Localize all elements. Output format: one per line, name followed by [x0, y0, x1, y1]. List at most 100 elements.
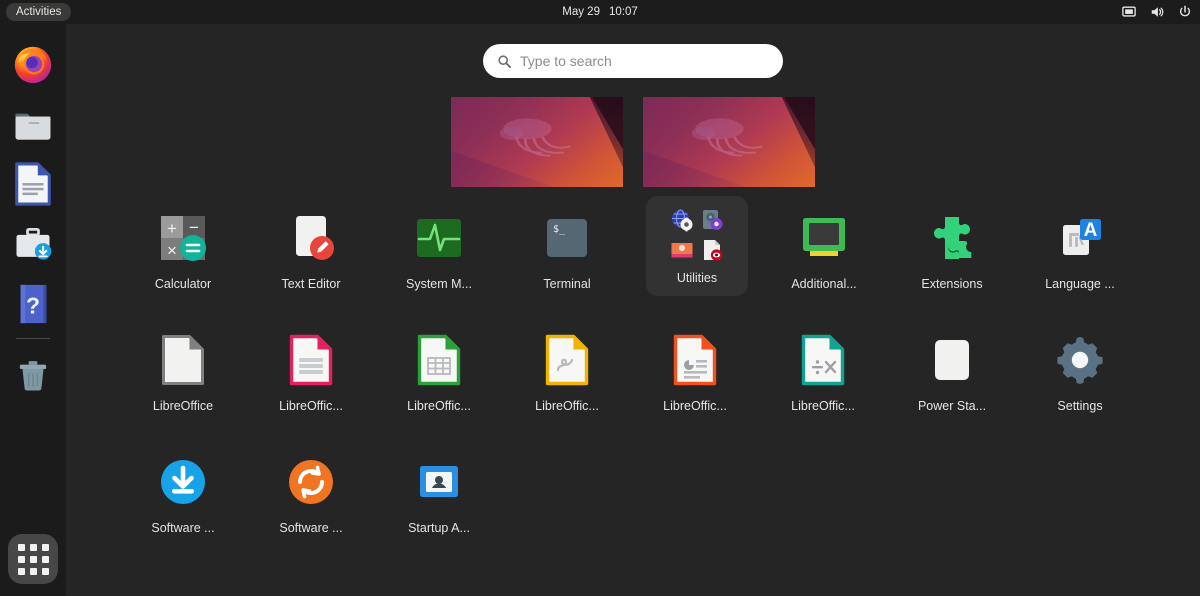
- app-label: LibreOffic...: [637, 399, 753, 414]
- clock-time[interactable]: 10:07: [609, 6, 638, 18]
- dock-item-libreoffice-writer[interactable]: [9, 160, 57, 208]
- dock-item-firefox[interactable]: [9, 40, 57, 88]
- app-icon: [381, 449, 497, 515]
- search-placeholder: Type to search: [520, 53, 612, 69]
- app-label: Software ...: [253, 521, 369, 536]
- app-extensions[interactable]: Extensions: [894, 205, 1010, 292]
- app-icon: $_: [509, 205, 625, 271]
- display-icon[interactable]: [1122, 5, 1136, 19]
- libreoffice-draw-icon: [545, 334, 589, 386]
- app-label: Calculator: [125, 277, 241, 292]
- app-label: LibreOffice: [125, 399, 241, 414]
- app-icon: [381, 205, 497, 271]
- app-language-support[interactable]: A Language ...: [1022, 205, 1138, 292]
- app-icon: [253, 205, 369, 271]
- app-additional-drivers[interactable]: Additional...: [766, 205, 882, 292]
- dock-item-trash[interactable]: [9, 352, 57, 400]
- app-icon: [765, 327, 881, 393]
- libreoffice-start-icon: [161, 334, 205, 386]
- app-label: LibreOffic...: [765, 399, 881, 414]
- mini-icon-disk-utility: [700, 208, 724, 232]
- svg-text:+: +: [167, 219, 177, 238]
- software-download-icon: [156, 455, 210, 509]
- volume-icon[interactable]: [1150, 5, 1164, 19]
- mini-icon-network-settings: [670, 208, 694, 232]
- app-libreoffice-calc[interactable]: LibreOffic...: [381, 327, 497, 414]
- jellyfish-motif: [671, 111, 781, 170]
- mini-icon-image-viewer: [670, 238, 694, 262]
- app-power-statistics[interactable]: Power Sta...: [894, 327, 1010, 414]
- app-icon: A: [1022, 205, 1138, 271]
- power-statistics-icon: [925, 333, 979, 387]
- app-icon: + − ×: [125, 205, 241, 271]
- trash-icon: [12, 355, 54, 397]
- system-status-area[interactable]: [1122, 0, 1192, 24]
- app-libreoffice-start[interactable]: LibreOffice: [125, 327, 241, 414]
- app-icon: [637, 327, 753, 393]
- app-icon: [894, 205, 1010, 271]
- dock-item-ubuntu-software[interactable]: [9, 220, 57, 268]
- calculator-icon: + − ×: [155, 210, 211, 266]
- app-utilities-folder[interactable]: Utilities: [646, 196, 748, 296]
- app-icon: [125, 449, 241, 515]
- svg-text:×: ×: [167, 241, 177, 260]
- app-software-updates[interactable]: Software ...: [125, 449, 241, 536]
- app-startup-applications[interactable]: Startup A...: [381, 449, 497, 536]
- svg-text:?: ?: [26, 293, 40, 319]
- app-icon: [766, 205, 882, 271]
- dash-dock: ?: [0, 24, 66, 596]
- app-software-updater[interactable]: Software ...: [253, 449, 369, 536]
- svg-text:$_: $_: [553, 224, 566, 235]
- firefox-icon: [10, 41, 56, 87]
- additional-drivers-icon: [797, 211, 851, 265]
- app-label: Startup A...: [381, 521, 497, 536]
- extensions-puzzle-icon: [925, 211, 979, 265]
- search-icon: [497, 54, 512, 69]
- app-libreoffice-math[interactable]: LibreOffic...: [765, 327, 881, 414]
- search-entry[interactable]: Type to search: [483, 44, 783, 78]
- activities-label: Activities: [16, 6, 61, 18]
- app-settings[interactable]: Settings: [1022, 327, 1138, 414]
- app-libreoffice-impress[interactable]: LibreOffic...: [637, 327, 753, 414]
- dock-item-files[interactable]: [9, 100, 57, 148]
- workspace-thumbnail-2[interactable]: [643, 97, 815, 187]
- app-icon: [125, 327, 241, 393]
- app-icon: [509, 327, 625, 393]
- application-grid: + − × Calculator Text Editor: [66, 190, 1200, 550]
- app-label: Text Editor: [253, 277, 369, 292]
- workspace-thumbnail-1[interactable]: [451, 97, 623, 187]
- app-system-monitor[interactable]: System M...: [381, 205, 497, 292]
- workspace-thumbnails: [0, 97, 1200, 187]
- app-icon: [253, 449, 369, 515]
- writer-icon: [13, 162, 53, 206]
- app-label: Software ...: [125, 521, 241, 536]
- top-bar: Activities May 29 10:07: [0, 0, 1200, 24]
- app-icon: [1022, 327, 1138, 393]
- app-icon: [381, 327, 497, 393]
- show-applications-button[interactable]: [8, 534, 58, 584]
- app-label: Utilities: [646, 271, 748, 286]
- help-icon: ?: [13, 282, 53, 326]
- app-label: Settings: [1022, 399, 1138, 414]
- clock-date[interactable]: May 29: [562, 6, 600, 18]
- dock-item-help[interactable]: ?: [9, 280, 57, 328]
- app-terminal[interactable]: $_ Terminal: [509, 205, 625, 292]
- app-libreoffice-base[interactable]: LibreOffic...: [253, 327, 369, 414]
- startup-applications-icon: [412, 455, 466, 509]
- libreoffice-math-icon: [801, 334, 845, 386]
- software-updater-icon: [284, 455, 338, 509]
- app-label: LibreOffic...: [253, 399, 369, 414]
- libreoffice-base-icon: [289, 334, 333, 386]
- app-icon: [253, 327, 369, 393]
- activities-button[interactable]: Activities: [6, 3, 71, 21]
- app-libreoffice-draw[interactable]: LibreOffic...: [509, 327, 625, 414]
- system-monitor-icon: [412, 211, 466, 265]
- svg-text:−: −: [189, 218, 199, 237]
- dock-separator: [16, 338, 50, 339]
- app-calculator[interactable]: + − × Calculator: [125, 205, 241, 292]
- app-label: Power Sta...: [894, 399, 1010, 414]
- folder-preview-grid: [670, 208, 724, 262]
- power-icon[interactable]: [1178, 5, 1192, 19]
- svg-text:A: A: [1084, 220, 1098, 241]
- app-text-editor[interactable]: Text Editor: [253, 205, 369, 292]
